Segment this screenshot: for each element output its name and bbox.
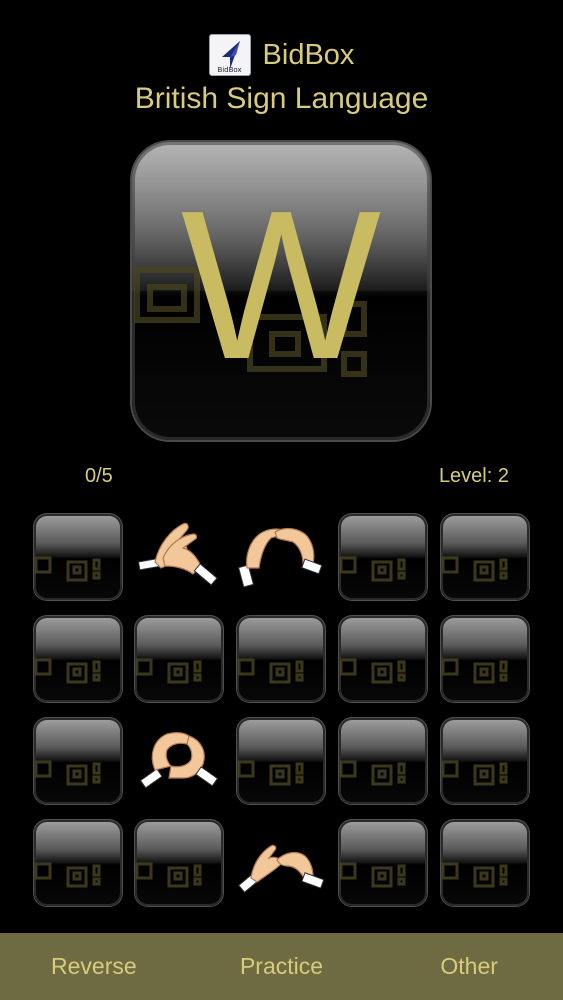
- grid-tile-card[interactable]: [441, 514, 529, 600]
- grid-tile-card[interactable]: [34, 514, 122, 600]
- grid-tile-card[interactable]: [441, 616, 529, 702]
- grid-tile-sign-bridge-icon[interactable]: [237, 514, 325, 600]
- app-name: BidBox: [262, 38, 355, 71]
- grid-tile-card[interactable]: [441, 718, 529, 804]
- app-title-row: BidBox BidBox: [0, 32, 563, 78]
- grid-tile-card[interactable]: [135, 820, 223, 906]
- grid-tile-card[interactable]: [339, 616, 427, 702]
- bidbox-logo-icon: BidBox: [208, 34, 251, 76]
- header: BidBox BidBox British Sign Language: [0, 32, 563, 122]
- grid-tile-card[interactable]: [34, 718, 122, 804]
- grid-tile-card[interactable]: [339, 514, 427, 600]
- grid-tile-card[interactable]: [339, 820, 427, 906]
- tab-practice[interactable]: Practice: [188, 953, 376, 980]
- grid-tile-sign-circle-icon[interactable]: [135, 718, 223, 804]
- grid-tile-sign-pinch-icon[interactable]: [237, 820, 325, 906]
- grid-tile-card[interactable]: [441, 820, 529, 906]
- score-counter: 0/5: [85, 465, 113, 487]
- grid-tile-card[interactable]: [34, 616, 122, 702]
- grid-tile-sign-clap-icon[interactable]: [135, 514, 223, 600]
- grid-tile-card[interactable]: [34, 820, 122, 906]
- level-indicator: Level: 2: [438, 465, 509, 487]
- grid-tile-card[interactable]: [237, 718, 325, 804]
- current-letter-card: W: [132, 142, 430, 440]
- grid-tile-card[interactable]: [135, 616, 223, 702]
- bottom-tab-bar: Reverse Practice Other: [0, 933, 563, 1000]
- logo-text: BidBox: [217, 66, 242, 74]
- page-subtitle: British Sign Language: [134, 82, 429, 115]
- current-letter: W: [180, 166, 382, 403]
- tab-other[interactable]: Other: [375, 953, 563, 980]
- tab-reverse[interactable]: Reverse: [0, 953, 188, 980]
- grid-tile-card[interactable]: [237, 616, 325, 702]
- grid-tile-card[interactable]: [339, 718, 427, 804]
